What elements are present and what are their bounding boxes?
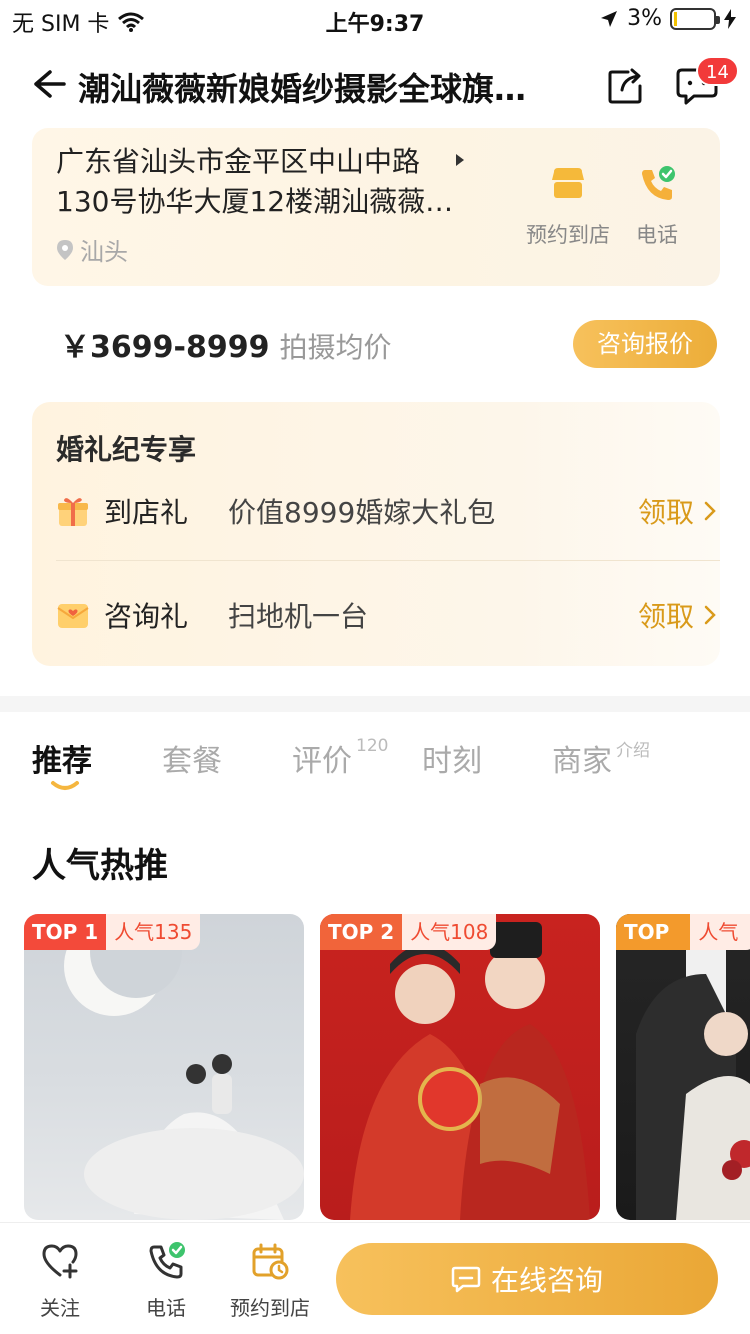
- call-label: 电话: [146, 1296, 186, 1320]
- book-visit-label: 预约到店: [230, 1296, 310, 1320]
- heart-plus-icon: [42, 1244, 78, 1279]
- status-bar: 无 SIM 卡 上午9:37 3%: [0, 0, 750, 40]
- phone-action[interactable]: 电话: [636, 164, 678, 249]
- section-separator: [0, 696, 750, 712]
- price-row: ￥3699-8999 拍摄均价: [60, 322, 391, 366]
- online-consult-button[interactable]: 在线咨询: [336, 1243, 718, 1315]
- phone-icon: [642, 166, 675, 200]
- location-pin-icon: [57, 239, 73, 260]
- battery-icon: [670, 7, 720, 30]
- calendar-icon: [252, 1243, 289, 1280]
- product-photo: [64, 914, 304, 1220]
- gift-row-consult[interactable]: 咨询礼 扫地机一台 领取: [56, 580, 716, 650]
- call-button[interactable]: 电话: [146, 1241, 186, 1321]
- chat-icon: [451, 1266, 481, 1293]
- book-visit-button[interactable]: 预约到店: [230, 1241, 310, 1321]
- claim-label: 领取: [637, 496, 694, 529]
- store-icon: [552, 168, 584, 198]
- popularity-label: 人气108: [402, 914, 497, 950]
- product-card[interactable]: TOP 3 人气10: [616, 914, 750, 1220]
- gift-name: 咨询礼: [104, 600, 189, 633]
- gift-desc: 价值8999婚嫁大礼包: [228, 496, 496, 529]
- tab-sup-label: 介绍: [616, 741, 650, 761]
- price-value: ￥3699-8999: [60, 330, 270, 365]
- product-photo: [636, 944, 750, 1220]
- tab-label: 评价: [292, 744, 352, 779]
- address-card[interactable]: 广东省汕头市金平区中山中路 130号协华大厦12楼潮汕薇薇新娘婚纱摄影 汕头 预…: [32, 128, 720, 286]
- location-arrow-icon: [601, 10, 618, 27]
- chevron-right-icon: [704, 605, 716, 625]
- popularity-label: 人气135: [106, 914, 201, 950]
- address-line-2: 130号协华大厦12楼潮汕薇薇新娘婚纱摄影: [56, 185, 456, 218]
- section-title: 人气热推: [32, 846, 168, 886]
- rank-label: TOP 3: [616, 914, 691, 950]
- gift-row-visit[interactable]: 到店礼 价值8999婚嫁大礼包 领取: [56, 476, 716, 546]
- rank-label: TOP 2: [320, 914, 403, 950]
- phone-label: 电话: [636, 223, 678, 247]
- rank-label: TOP 1: [24, 914, 107, 950]
- exclusive-offer-card: 婚礼纪专享 到店礼 价值8999婚嫁大礼包 领取 咨询礼 扫地机一台 领取: [32, 402, 720, 666]
- claim-button[interactable]: 领取: [638, 595, 716, 635]
- tab-bar: 推荐 套餐 评价 120 时刻 商家 介绍: [0, 724, 750, 804]
- city-label: 汕头: [56, 232, 128, 267]
- book-visit-action[interactable]: 预约到店: [526, 164, 610, 249]
- exclusive-title: 婚礼纪专享: [56, 433, 197, 466]
- rank-tag: TOP 1 人气135: [24, 914, 201, 950]
- online-consult-label: 在线咨询: [490, 1264, 603, 1297]
- phone-icon: [149, 1242, 185, 1279]
- product-card[interactable]: TOP 2 人气108: [320, 914, 600, 1220]
- tab-indicator: [51, 781, 79, 790]
- chevron-right-icon: [704, 501, 716, 521]
- rank-tag: TOP 3 人气10: [616, 914, 750, 950]
- back-arrow-icon[interactable]: [28, 64, 68, 104]
- review-count: 120: [356, 736, 389, 756]
- tab-label: 套餐: [162, 744, 222, 779]
- city-name: 汕头: [80, 238, 128, 266]
- message-count-badge: 14: [696, 56, 739, 86]
- share-icon[interactable]: [606, 66, 646, 106]
- gift-icon: [58, 498, 88, 526]
- charging-icon: [724, 8, 736, 29]
- tab-reviews[interactable]: 评价 120: [292, 736, 388, 780]
- tab-label: 商家: [552, 744, 612, 779]
- tab-packages[interactable]: 套餐: [162, 736, 222, 780]
- tab-recommend[interactable]: 推荐: [32, 736, 92, 780]
- book-visit-label: 预约到店: [526, 223, 610, 247]
- tab-merchant[interactable]: 商家 介绍: [552, 736, 650, 780]
- popularity-label: 人气10: [690, 914, 750, 950]
- claim-label: 领取: [637, 600, 694, 633]
- product-photo: [350, 922, 590, 1220]
- address-line-1: 广东省汕头市金平区中山中路: [56, 145, 421, 178]
- gift-desc: 扫地机一台: [228, 600, 369, 633]
- address-arrow-icon: [456, 154, 464, 166]
- battery-percent: 3%: [627, 6, 662, 31]
- product-card[interactable]: TOP 1 人气135: [24, 914, 304, 1220]
- claim-button[interactable]: 领取: [638, 491, 716, 531]
- page-title: 潮汕薇薇新娘婚纱摄影全球旗舰店: [78, 70, 538, 108]
- envelope-icon: [57, 604, 89, 628]
- tab-label: 推荐: [32, 744, 92, 779]
- follow-button[interactable]: 关注: [40, 1241, 80, 1321]
- nav-bar: 潮汕薇薇新娘婚纱摄影全球旗舰店: [0, 50, 750, 120]
- consult-quote-button[interactable]: 咨询报价: [573, 320, 717, 368]
- rank-tag: TOP 2 人气108: [320, 914, 497, 950]
- price-label: 拍摄均价: [279, 331, 392, 364]
- tab-label: 时刻: [422, 744, 482, 779]
- follow-label: 关注: [40, 1296, 80, 1320]
- tab-moments[interactable]: 时刻: [422, 736, 482, 780]
- bottom-action-bar: 关注 电话 预约到店 在线咨询: [0, 1222, 750, 1334]
- gift-name: 到店礼: [104, 496, 189, 529]
- gift-divider: [56, 560, 720, 561]
